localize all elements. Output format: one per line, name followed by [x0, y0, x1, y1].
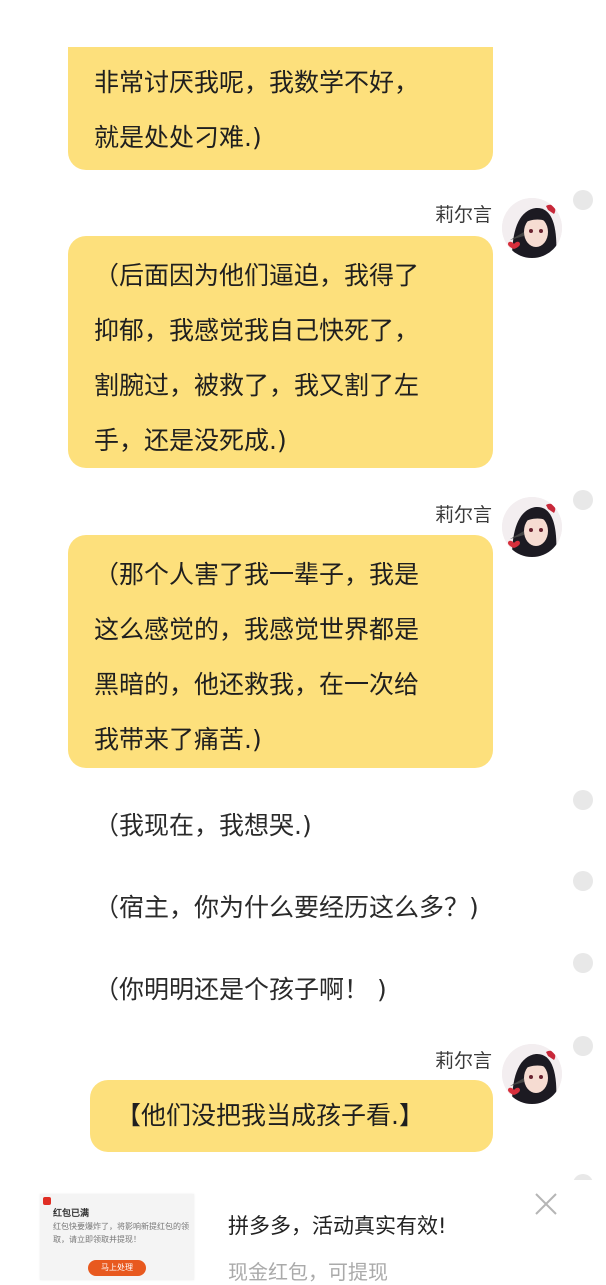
ad-title[interactable]: 拼多多，活动真实有效!: [228, 1210, 446, 1240]
message-text[interactable]: （我现在，我想哭.): [94, 806, 312, 846]
select-dot[interactable]: [573, 190, 593, 210]
avatar[interactable]: [502, 497, 562, 557]
message-line: 黑暗的，他还救我，在一次给: [94, 670, 420, 699]
message-bubble[interactable]: （后面因为他们逼迫，我得了 抑郁，我感觉我自己快死了， 割腕过，被救了，我又割了…: [68, 236, 493, 468]
message-line: 就是处处刁难.): [94, 123, 262, 152]
message-bubble[interactable]: 非常讨厌我呢，我数学不好， 就是处处刁难.): [68, 47, 493, 170]
ad-thumb-desc: 红包快要爆炸了，将影响新提红包的领取，请立即领取并提现！: [53, 1222, 189, 1244]
select-dot[interactable]: [573, 1036, 593, 1056]
message-line: 我带来了痛苦.): [94, 725, 262, 754]
message-text[interactable]: （宿主，你为什么要经历这么多？): [94, 888, 479, 928]
message-line: 【他们没把我当成孩子看.】: [116, 1101, 424, 1130]
select-dot[interactable]: [573, 953, 593, 973]
message-line: 这么感觉的，我感觉世界都是: [94, 615, 420, 644]
close-icon[interactable]: [530, 1188, 562, 1220]
ad-banner[interactable]: 红包已满 红包快要爆炸了，将影响新提红包的领取，请立即领取并提现！ 马上处理 拼…: [0, 1180, 606, 1284]
message-text[interactable]: （你明明还是个孩子啊！ ): [94, 970, 387, 1010]
message-line: （那个人害了我一辈子，我是: [94, 560, 420, 589]
message-line: （后面因为他们逼迫，我得了: [94, 261, 420, 290]
sender-name: 莉尔言: [434, 1050, 492, 1072]
sender-name: 莉尔言: [434, 204, 492, 226]
message-line: 手，还是没死成.): [94, 426, 287, 455]
app-logo-icon: [43, 1197, 51, 1205]
message-line: 非常讨厌我呢，我数学不好，: [94, 68, 420, 97]
select-dot[interactable]: [573, 790, 593, 810]
avatar[interactable]: [502, 1044, 562, 1104]
message-line: 割腕过，被救了，我又割了左: [94, 371, 420, 400]
ad-thumb-button[interactable]: 马上处理: [88, 1260, 146, 1276]
message-bubble[interactable]: （那个人害了我一辈子，我是 这么感觉的，我感觉世界都是 黑暗的，他还救我，在一次…: [68, 535, 493, 768]
ad-thumbnail[interactable]: 红包已满 红包快要爆炸了，将影响新提红包的领取，请立即领取并提现！ 马上处理: [40, 1194, 194, 1280]
ad-thumb-title: 红包已满: [53, 1209, 90, 1219]
message-bubble[interactable]: 【他们没把我当成孩子看.】: [90, 1080, 493, 1152]
sender-name: 莉尔言: [434, 504, 492, 526]
select-dot[interactable]: [573, 871, 593, 891]
message-line: 抑郁，我感觉我自己快死了，: [94, 316, 420, 345]
avatar[interactable]: [502, 198, 562, 258]
select-dot[interactable]: [573, 490, 593, 510]
ad-subtitle: 现金红包，可提现: [228, 1260, 388, 1284]
